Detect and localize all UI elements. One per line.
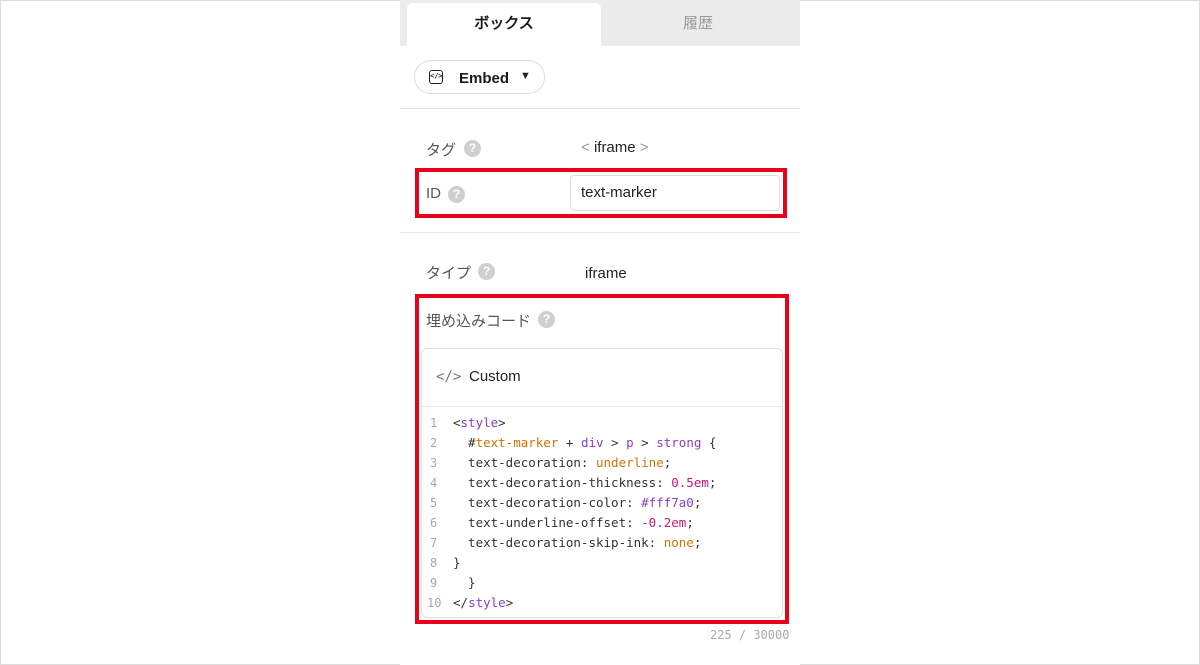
highlight-box-id <box>415 168 787 218</box>
code-icon: </> <box>429 70 443 84</box>
divider <box>400 232 800 233</box>
tab-history[interactable]: 履歴 <box>603 3 793 46</box>
help-icon[interactable]: ? <box>464 140 481 157</box>
tab-bar: ボックス 履歴 <box>400 0 800 46</box>
tag-value: < iframe > <box>581 139 649 156</box>
highlight-box-embed-code <box>415 294 789 624</box>
type-value: iframe <box>585 265 627 282</box>
chevron-down-icon: ▼ <box>520 70 531 82</box>
tag-bracket-close: > <box>639 139 649 156</box>
embed-type-label: Embed <box>459 70 510 87</box>
character-count: 225 / 30000 <box>710 628 790 642</box>
embed-type-dropdown[interactable]: </> Embed ▼ <box>414 60 545 94</box>
divider <box>400 108 800 109</box>
type-label: タイプ <box>426 265 472 282</box>
tag-label: タグ <box>426 142 457 159</box>
tab-box[interactable]: ボックス <box>407 3 601 46</box>
box-settings-panel: ボックス 履歴 </> Embed ▼ タグ ? < iframe > ID ?… <box>400 0 800 665</box>
help-icon[interactable]: ? <box>478 263 495 280</box>
tag-bracket-open: < <box>581 139 590 156</box>
tag-name: iframe <box>593 139 636 156</box>
